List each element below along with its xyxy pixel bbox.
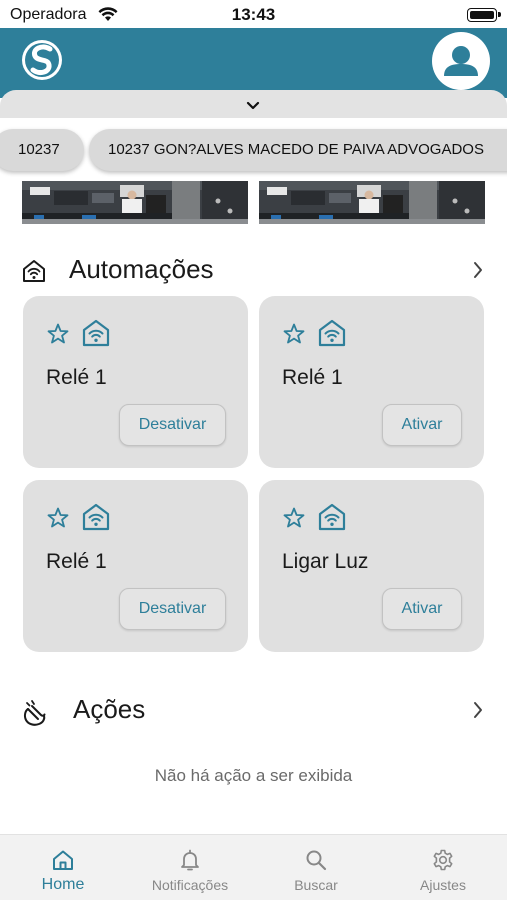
tab-label: Home (41, 876, 85, 893)
tab-home[interactable]: Home (0, 835, 126, 900)
smart-home-icon (81, 318, 111, 353)
automation-title: Relé 1 (282, 366, 343, 389)
section-title: Automações (69, 254, 214, 284)
section-title: Ações (73, 694, 146, 724)
star-icon[interactable] (46, 506, 70, 535)
home-icon (0, 848, 126, 877)
empty-actions-message: Não há ação a ser exibida (154, 766, 353, 785)
activate-button[interactable]: Ativar (382, 404, 462, 446)
chevron-down-icon (246, 98, 260, 116)
search-icon (253, 848, 379, 877)
actions-header[interactable]: Ações (0, 690, 507, 730)
status-bar: Operadora 13:43 (0, 0, 507, 30)
smart-home-icon (317, 502, 347, 537)
automation-title: Relé 1 (46, 550, 107, 573)
automation-card[interactable]: Relé 1 Ativar (259, 296, 484, 468)
smart-home-icon (317, 318, 347, 353)
location-chip[interactable]: 10237 (0, 129, 84, 171)
tab-search[interactable]: Buscar (253, 835, 379, 900)
profile-button[interactable] (432, 32, 490, 90)
user-icon (444, 46, 478, 76)
automation-card[interactable]: Relé 1 Desativar (23, 480, 248, 652)
tab-notifications[interactable]: Notificações (127, 835, 253, 900)
location-chip[interactable]: 10237 GON?ALVES MACEDO DE PAIVA ADVOGADO… (89, 129, 507, 171)
app-header (0, 28, 507, 98)
app-logo-icon[interactable] (20, 38, 64, 82)
deactivate-button[interactable]: Desativar (119, 588, 226, 630)
smart-home-icon (81, 502, 111, 537)
automations-header[interactable]: Automações (0, 250, 507, 290)
tab-label: Ajustes (420, 877, 466, 893)
deactivate-button[interactable]: Desativar (119, 404, 226, 446)
camera-thumbnail[interactable] (22, 181, 248, 224)
collapse-toggle[interactable] (0, 90, 507, 118)
star-icon[interactable] (282, 322, 306, 351)
hand-tap-icon (21, 698, 51, 733)
battery-icon (467, 8, 501, 22)
activate-button[interactable]: Ativar (382, 588, 462, 630)
automation-title: Ligar Luz (282, 550, 369, 573)
camera-thumbnail[interactable] (259, 181, 485, 224)
star-icon[interactable] (46, 322, 70, 351)
gear-icon (380, 848, 506, 877)
bell-icon (127, 848, 253, 877)
automation-title: Relé 1 (46, 366, 107, 389)
status-time: 13:43 (231, 5, 276, 24)
chevron-right-icon[interactable] (472, 701, 484, 724)
location-chips: 10237 10237 GON?ALVES MACEDO DE PAIVA AD… (0, 125, 507, 177)
tab-settings[interactable]: Ajustes (380, 835, 506, 900)
smart-home-icon (21, 258, 47, 289)
tab-label: Notificações (151, 877, 229, 893)
chevron-right-icon[interactable] (472, 261, 484, 284)
automation-card[interactable]: Relé 1 Desativar (23, 296, 248, 468)
star-icon[interactable] (282, 506, 306, 535)
tab-label: Buscar (294, 877, 338, 893)
tab-bar: Home Notificações Buscar Ajustes (0, 834, 507, 900)
automation-card[interactable]: Ligar Luz Ativar (259, 480, 484, 652)
